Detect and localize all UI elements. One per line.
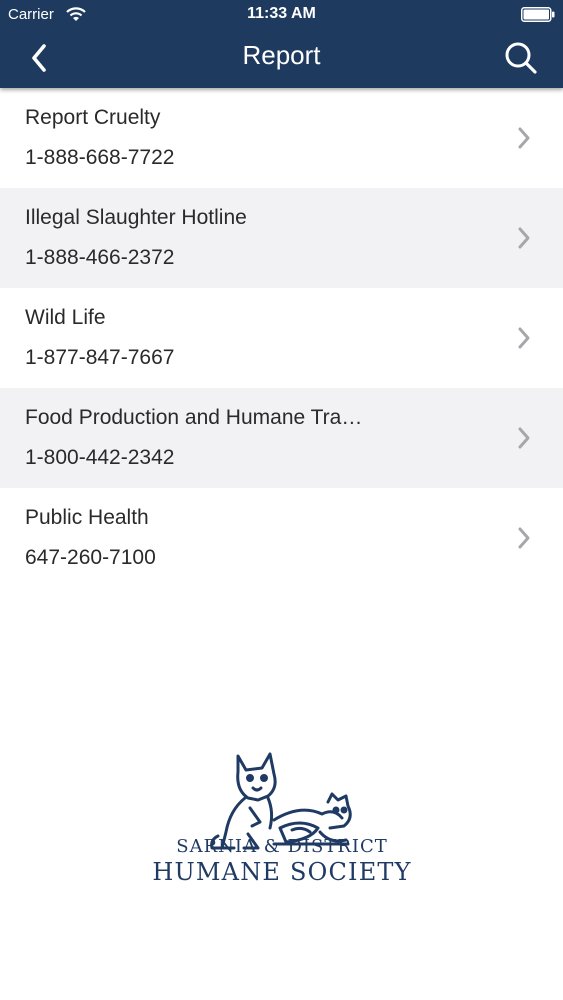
item-title: Food Production and Humane Tra… (25, 406, 363, 429)
list-item-illegal-slaughter[interactable]: Illegal Slaughter Hotline 1-888-466-2372 (0, 188, 563, 288)
logo-line-2: HUMANE SOCIETY (152, 858, 411, 886)
list-item-food-production[interactable]: Food Production and Humane Tra… 1-800-44… (0, 388, 563, 488)
battery-icon (521, 7, 555, 22)
report-list: Report Cruelty 1-888-668-7722 Illegal Sl… (0, 88, 563, 588)
chevron-right-icon (518, 227, 530, 249)
item-title: Public Health (25, 506, 149, 529)
chevron-right-icon (518, 327, 530, 349)
logo-line-1: SARNIA & DISTRICT (176, 836, 388, 857)
list-item-report-cruelty[interactable]: Report Cruelty 1-888-668-7722 (0, 88, 563, 188)
item-title: Wild Life (25, 306, 106, 329)
search-icon (505, 42, 537, 74)
item-phone: 1-800-442-2342 (25, 446, 175, 469)
top-bar: Carrier 11:33 AM Report (0, 0, 563, 88)
chevron-right-icon (518, 527, 530, 549)
chevron-right-icon (518, 427, 530, 449)
status-time: 11:33 AM (247, 5, 316, 22)
item-title: Report Cruelty (25, 106, 161, 129)
item-phone: 1-877-847-7667 (25, 346, 175, 369)
list-item-public-health[interactable]: Public Health 647-260-7100 (0, 488, 563, 588)
dog-icon (210, 752, 277, 850)
humane-society-logo: SARNIA & DISTRICT HUMANE SOCIETY (152, 752, 411, 886)
item-phone: 1-888-668-7722 (25, 146, 175, 169)
nav-bar: Report (0, 28, 563, 88)
chevron-right-icon (518, 127, 530, 149)
item-title: Illegal Slaughter Hotline (25, 206, 247, 229)
item-phone: 647-260-7100 (25, 546, 156, 569)
page-title: Report (242, 40, 321, 70)
search-button[interactable] (499, 36, 543, 80)
status-bar: Carrier 11:33 AM (0, 0, 563, 28)
list-item-wild-life[interactable]: Wild Life 1-877-847-7667 (0, 288, 563, 388)
item-phone: 1-888-466-2372 (25, 246, 175, 269)
